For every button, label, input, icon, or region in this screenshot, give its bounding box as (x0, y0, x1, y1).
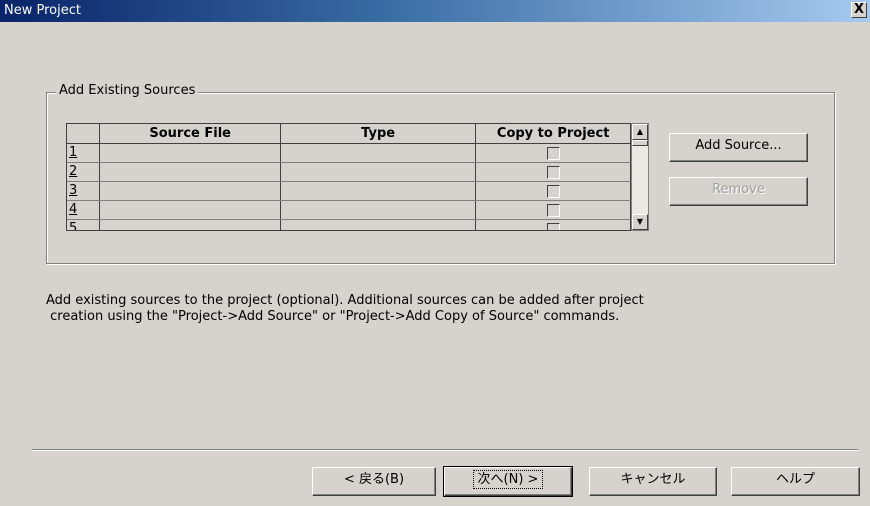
copy-checkbox[interactable] (546, 166, 560, 179)
row-number[interactable]: 3 (67, 181, 101, 201)
add-source-button[interactable]: Add Source... (669, 133, 808, 162)
arrow-up-icon: ▲ (636, 127, 644, 136)
help-button[interactable]: ヘルプ (731, 467, 860, 496)
copy-to-project-cell[interactable] (475, 181, 631, 201)
table-row[interactable]: 3 (67, 181, 631, 201)
row-number[interactable]: 2 (67, 162, 101, 182)
title-bar: New Project X (0, 0, 870, 22)
source-file-cell[interactable] (99, 219, 281, 230)
table-row[interactable]: 4 (67, 200, 631, 220)
grid-corner (67, 124, 101, 144)
window-title: New Project (4, 3, 81, 18)
table-row[interactable]: 1 (67, 143, 631, 163)
column-header-type[interactable]: Type (280, 124, 477, 144)
grid-scrollbar[interactable]: ▲ ▼ (631, 123, 649, 231)
next-button[interactable]: 次へ(N) > (443, 466, 573, 497)
source-file-cell[interactable] (99, 162, 281, 182)
type-cell[interactable] (280, 181, 477, 201)
copy-checkbox[interactable] (546, 185, 560, 198)
column-header-copy-to-project[interactable]: Copy to Project (475, 124, 631, 144)
copy-to-project-cell[interactable] (475, 143, 631, 163)
remove-button[interactable]: Remove (669, 177, 808, 206)
column-header-source-file[interactable]: Source File (99, 124, 281, 144)
type-cell[interactable] (280, 162, 477, 182)
separator (32, 449, 858, 451)
scroll-up-button[interactable]: ▲ (632, 124, 648, 140)
scroll-thumb[interactable] (632, 140, 648, 146)
sources-grid[interactable]: Source File Type Copy to Project 1 2 3 4… (66, 123, 632, 231)
row-number[interactable]: 4 (67, 200, 101, 220)
copy-checkbox[interactable] (546, 147, 560, 160)
next-button-label: 次へ(N) > (472, 470, 544, 489)
type-cell[interactable] (280, 143, 477, 163)
table-row[interactable]: 5 (67, 219, 631, 230)
type-cell[interactable] (280, 219, 477, 230)
close-button[interactable]: X (851, 2, 867, 18)
cancel-button[interactable]: キャンセル (589, 467, 717, 496)
copy-to-project-cell[interactable] (475, 200, 631, 220)
close-icon: X (853, 2, 865, 17)
source-file-cell[interactable] (99, 143, 281, 163)
type-cell[interactable] (280, 200, 477, 220)
table-row[interactable]: 2 (67, 162, 631, 182)
description-line-2: creation using the "Project->Add Source"… (46, 309, 620, 324)
source-file-cell[interactable] (99, 181, 281, 201)
copy-to-project-cell[interactable] (475, 162, 631, 182)
copy-checkbox[interactable] (546, 204, 560, 217)
back-button[interactable]: < 戻る(B) (312, 467, 436, 496)
row-number[interactable]: 1 (67, 143, 101, 163)
description-text: Add existing sources to the project (opt… (46, 293, 806, 325)
copy-checkbox[interactable] (546, 223, 560, 230)
groupbox-legend: Add Existing Sources (56, 83, 199, 98)
copy-to-project-cell[interactable] (475, 219, 631, 230)
arrow-down-icon: ▼ (636, 217, 644, 226)
row-number[interactable]: 5 (67, 219, 101, 230)
source-file-cell[interactable] (99, 200, 281, 220)
description-line-1: Add existing sources to the project (opt… (46, 293, 644, 308)
scroll-down-button[interactable]: ▼ (632, 214, 648, 230)
